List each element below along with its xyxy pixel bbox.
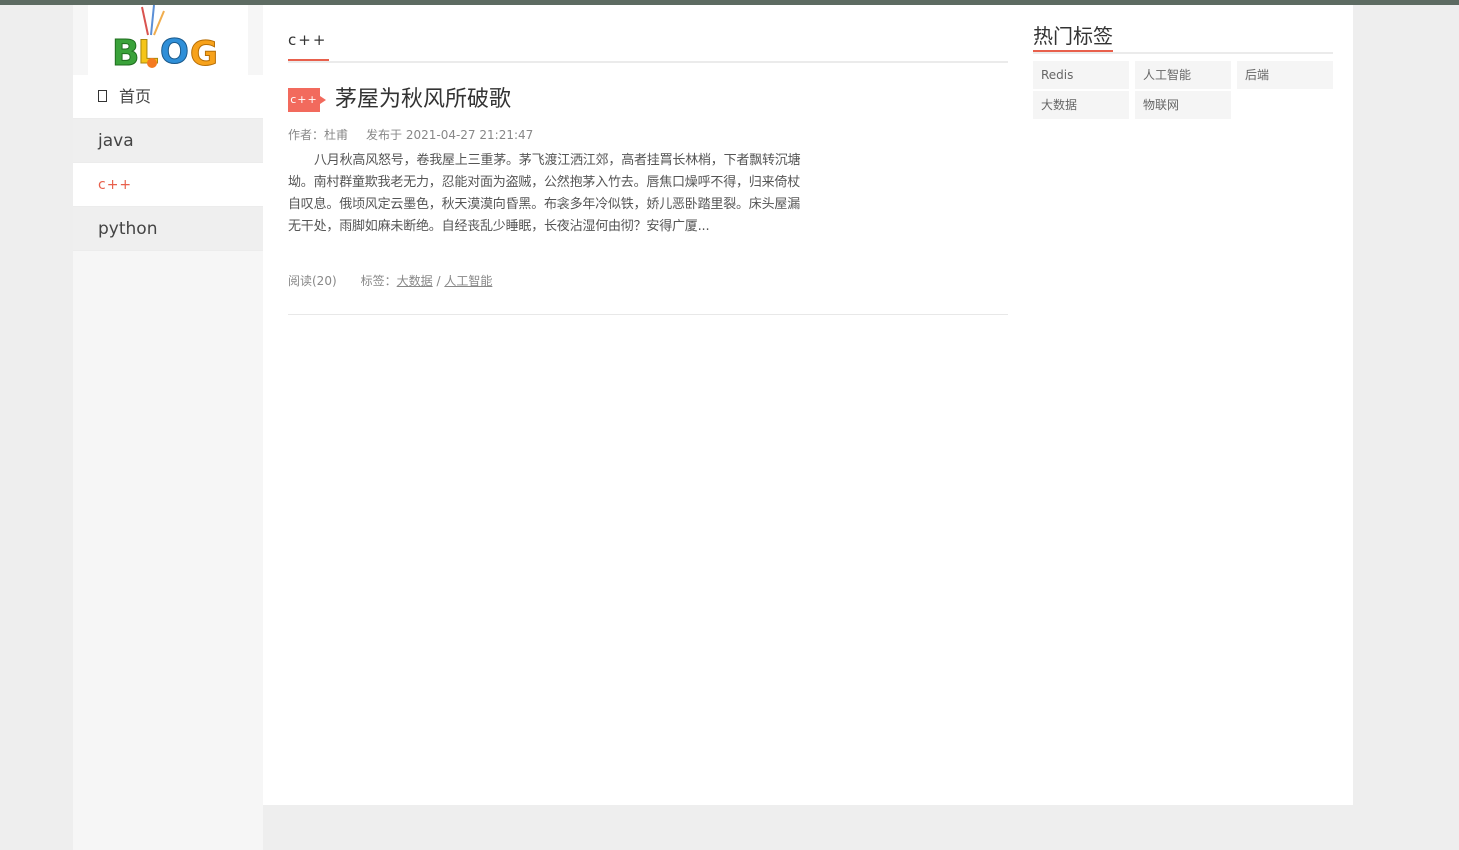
tags-label: 标签： [360,274,397,288]
home-icon [98,89,107,102]
article-header: c++ 茅屋为秋风所破歌 [288,85,1008,115]
blog-logo-graphic: B L O G [112,5,218,75]
category-header: c++ [288,31,1008,63]
nav-item-java[interactable]: java [73,119,263,163]
article-tag-link[interactable]: 人工智能 [444,274,492,288]
article-meta: 作者：杜甫 发布于 2021-04-27 21:21:47 [288,126,533,143]
content-area: c++ c++ 茅屋为秋风所破歌 作者：杜甫 发布于 2021-04-27 21:… [263,5,1353,805]
blog-logo[interactable]: B L O G [88,5,248,75]
category-title: c++ [288,31,330,61]
article-divider [288,314,1008,315]
nav-item-label: python [98,219,158,239]
nav-item-python[interactable]: python [73,207,263,251]
hot-tag-bigdata[interactable]: 大数据 [1033,91,1129,119]
left-sidebar: B L O G 首页 java c++ python [73,5,263,850]
article-excerpt: 八月秋高风怒号，卷我屋上三重茅。茅飞渡江洒江郊，高者挂罥长林梢，下者飘转沉塘坳。… [288,153,801,234]
article-author: 作者：杜甫 [288,128,349,142]
article-footer: 阅读(20) 标签：大数据 / 人工智能 [288,272,492,289]
svg-text:B: B [112,33,139,74]
nav-item-label: java [98,131,134,151]
nav-item-cpp[interactable]: c++ [73,163,263,207]
article-tag-link[interactable]: 大数据 [397,274,433,288]
hot-tags-header: 热门标签 [1033,23,1333,54]
svg-text:O: O [160,32,189,72]
hot-tags-title: 热门标签 [1033,23,1113,52]
read-count: 阅读(20) [288,274,337,288]
article-published-date: 发布于 2021-04-27 21:21:47 [366,128,534,142]
hot-tag-iot[interactable]: 物联网 [1135,91,1231,119]
hot-tag-redis[interactable]: Redis [1033,61,1129,89]
nav-item-home[interactable]: 首页 [73,75,263,119]
article-title-link[interactable]: 茅屋为秋风所破歌 [335,85,511,115]
nav-item-label: 首页 [119,87,152,106]
article-item: c++ 茅屋为秋风所破歌 作者：杜甫 发布于 2021-04-27 21:21:4… [288,85,1008,315]
main-nav: 首页 java c++ python [73,75,263,251]
category-badge[interactable]: c++ [288,88,326,112]
hot-tag-backend[interactable]: 后端 [1237,61,1333,89]
hot-tag-ai[interactable]: 人工智能 [1135,61,1231,89]
nav-item-label: c++ [98,177,133,193]
tag-separator: / [432,274,445,288]
svg-text:G: G [190,34,218,74]
